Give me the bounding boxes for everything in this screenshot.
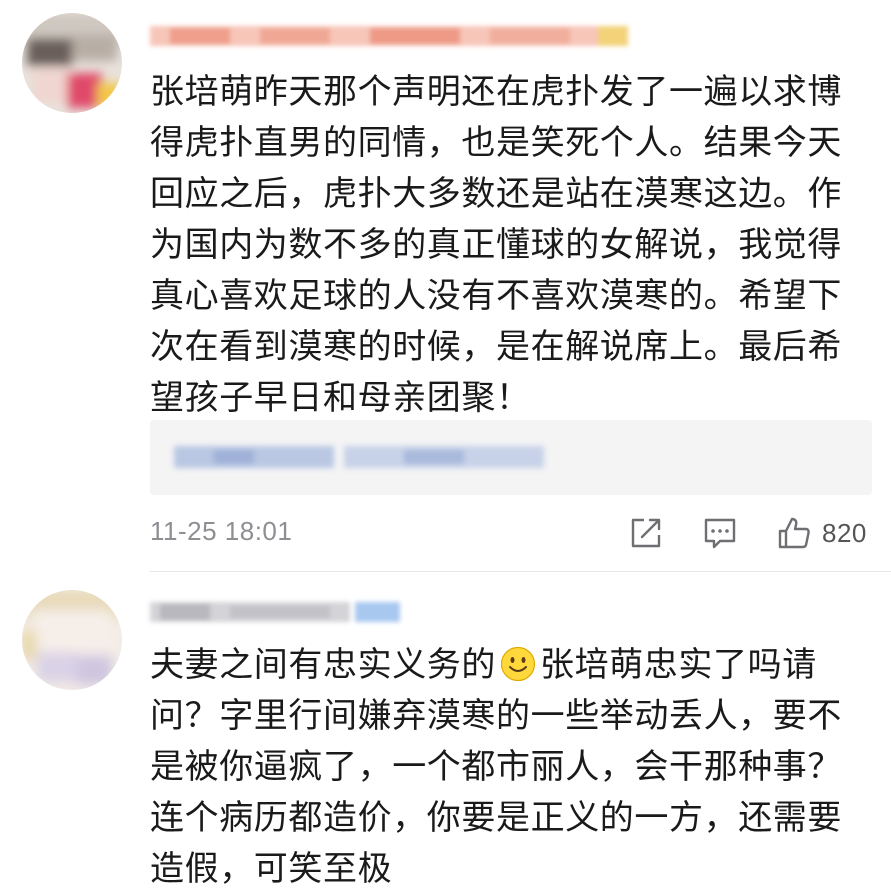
comment-feed: 张培萌昨天那个声明还在虎扑发了一遍以求博得虎扑直男的同情，也是笑死个人。结果今天… — [0, 0, 891, 892]
reply-preview-text — [174, 446, 544, 468]
username[interactable] — [150, 596, 400, 628]
timestamp: 11-25 18:01 — [150, 516, 293, 546]
smiley-face-emoji-icon — [500, 646, 536, 682]
avatar-image — [22, 590, 122, 690]
avatar[interactable] — [22, 590, 122, 690]
comment-meta: 11-25 18:01 820 — [150, 511, 872, 555]
share-button[interactable] — [628, 511, 664, 555]
comment-text: 张培萌昨天那个声明还在虎扑发了一遍以求博得虎扑直男的同情，也是笑死个人。结果今天… — [150, 72, 842, 418]
thumbs-up-icon — [778, 517, 810, 549]
comment-text-part: 夫妻之间有忠实义务的 — [150, 645, 496, 685]
share-icon — [631, 518, 661, 548]
comment-text: 夫妻之间有忠实义务的 张培萌忠实了吗请问？字里行间嫌弃漠寒的一些举动丢人，要不是… — [150, 640, 865, 892]
avatar[interactable] — [22, 13, 122, 113]
reply-preview[interactable] — [150, 420, 872, 495]
comment-icon — [704, 518, 736, 549]
comment-button[interactable] — [702, 511, 738, 555]
like-count: 820 — [822, 517, 867, 548]
comment-item: 张培萌昨天那个声明还在虎扑发了一遍以求博得虎扑直男的同情，也是笑死个人。结果今天… — [0, 0, 891, 572]
like-button[interactable]: 820 — [776, 511, 867, 555]
avatar-image — [22, 13, 122, 113]
username[interactable] — [150, 20, 630, 52]
comment-item: 夫妻之间有忠实义务的 张培萌忠实了吗请问？字里行间嫌弃漠寒的一些举动丢人，要不是… — [0, 572, 891, 892]
